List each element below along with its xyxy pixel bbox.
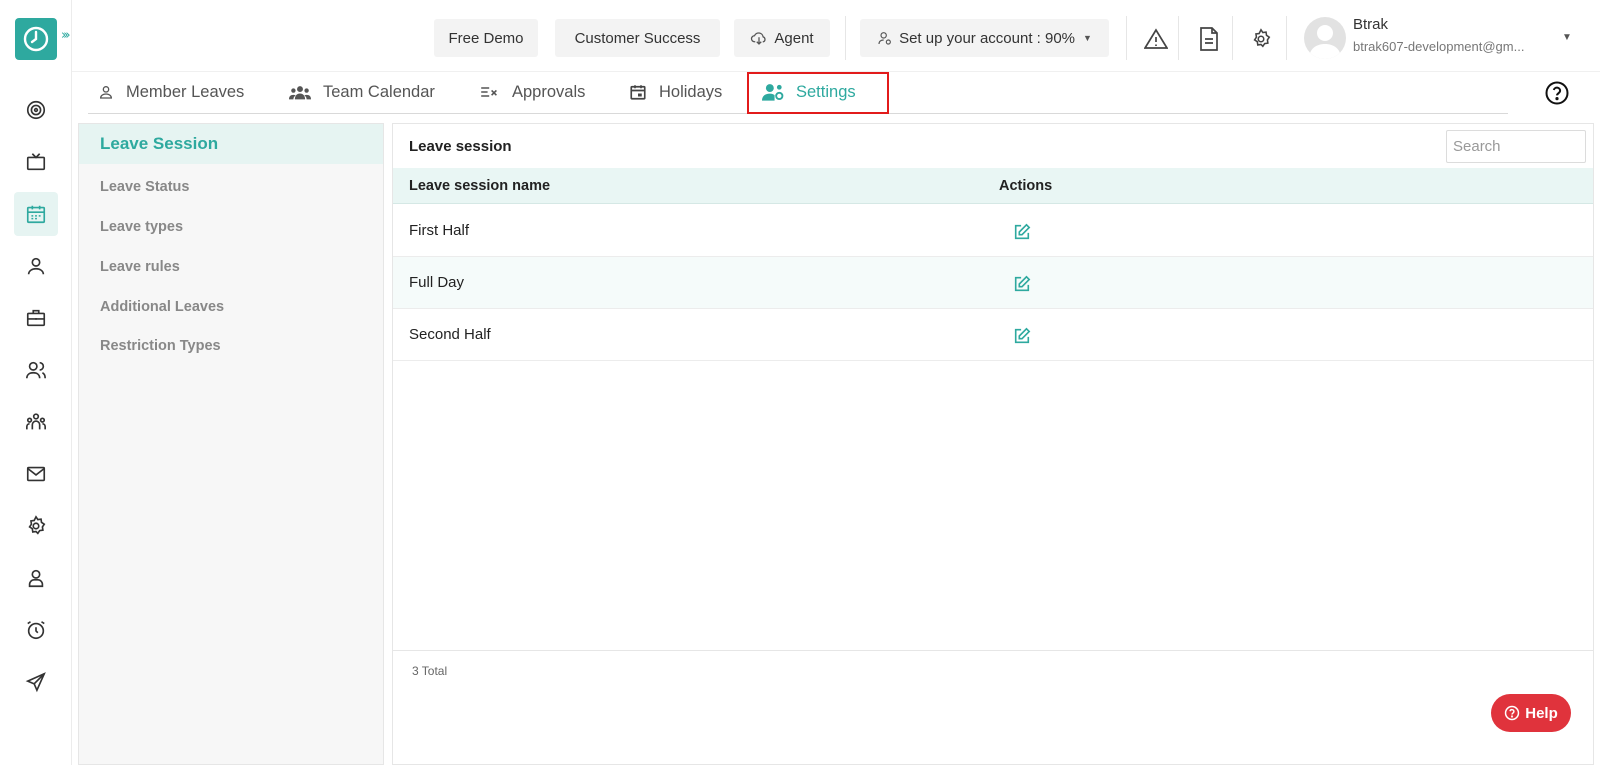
free-demo-label: Free Demo xyxy=(448,29,524,47)
app-root: ››› Free Demo Customer Success Agent Set… xyxy=(0,0,1600,765)
help-button[interactable]: Help xyxy=(1491,694,1571,732)
header-divider xyxy=(1178,16,1179,60)
row-session-name: Second Half xyxy=(409,326,491,343)
mail-icon xyxy=(26,466,46,482)
team-icon xyxy=(26,413,46,430)
settings-menu-item-additional-leaves[interactable]: Additional Leaves xyxy=(79,287,383,327)
alarm-clock-icon xyxy=(27,621,45,640)
rail-mail[interactable] xyxy=(14,452,58,496)
briefcase-icon xyxy=(26,309,46,327)
header-divider xyxy=(1286,16,1287,60)
table-footer-divider xyxy=(393,650,1593,651)
warning-icon xyxy=(1144,28,1168,49)
rail-send[interactable] xyxy=(14,660,58,704)
checklist-icon xyxy=(481,87,497,97)
users-icon xyxy=(26,361,46,379)
table-row[interactable]: Full Day xyxy=(393,257,1593,309)
document-icon xyxy=(1200,27,1218,51)
documents-button[interactable] xyxy=(1196,26,1222,52)
avatar-placeholder-icon xyxy=(1309,25,1341,59)
setup-account-dropdown[interactable]: Set up your account : 90% ▼ xyxy=(860,19,1109,57)
alert-button[interactable] xyxy=(1143,26,1169,52)
rail-tv[interactable] xyxy=(14,140,58,184)
tab-label: Approvals xyxy=(512,82,586,101)
tab-label: Holidays xyxy=(659,82,723,101)
customer-success-button[interactable]: Customer Success xyxy=(555,19,720,57)
rail-alarm[interactable] xyxy=(14,608,58,652)
left-rail: ››› xyxy=(0,0,72,765)
gear-icon xyxy=(1253,28,1271,48)
setup-account-label: Set up your account : 90% xyxy=(899,29,1076,47)
rail-users[interactable] xyxy=(14,348,58,392)
tab-team-calendar[interactable]: Team Calendar xyxy=(289,72,435,112)
user-menu-caret-icon[interactable]: ▼ xyxy=(1562,32,1572,43)
edit-icon[interactable] xyxy=(1013,327,1031,345)
tv-icon xyxy=(26,153,46,171)
settings-menu: Leave Session Leave Status Leave types L… xyxy=(78,123,384,765)
row-session-name: First Half xyxy=(409,222,469,239)
badge-user-icon xyxy=(28,569,44,588)
clock-logo-icon xyxy=(23,26,49,52)
column-header-name[interactable]: Leave session name xyxy=(409,178,550,194)
group-icon xyxy=(289,86,311,100)
settings-menu-item-leave-rules[interactable]: Leave rules xyxy=(79,247,383,287)
calendar-icon xyxy=(26,205,46,224)
header-divider xyxy=(1232,16,1233,60)
rail-badge[interactable] xyxy=(14,556,58,600)
leave-session-panel: Leave session Leave session name Actions… xyxy=(392,123,1594,765)
tab-label: Member Leaves xyxy=(126,82,245,101)
table-row[interactable]: Second Half xyxy=(393,309,1593,361)
page-help-button[interactable] xyxy=(1544,80,1570,106)
help-button-label: Help xyxy=(1525,704,1558,722)
edit-icon[interactable] xyxy=(1013,223,1031,241)
target-icon xyxy=(26,100,46,120)
tab-holidays[interactable]: Holidays xyxy=(629,72,722,112)
tab-approvals[interactable]: Approvals xyxy=(480,72,585,112)
rail-settings[interactable] xyxy=(14,504,58,548)
settings-menu-item-restriction-types[interactable]: Restriction Types xyxy=(79,326,383,366)
user-icon xyxy=(27,257,45,275)
header-divider xyxy=(845,16,846,60)
settings-tab-highlight xyxy=(747,72,889,114)
settings-menu-item-leave-session[interactable]: Leave Session xyxy=(79,124,383,164)
user-name: Btrak xyxy=(1353,16,1389,33)
settings-menu-item-leave-types[interactable]: Leave types xyxy=(79,207,383,247)
top-header: Free Demo Customer Success Agent Set up … xyxy=(72,0,1600,72)
panel-title: Leave session xyxy=(409,138,512,155)
header-divider xyxy=(1126,16,1127,60)
table-row[interactable]: First Half xyxy=(393,205,1593,257)
question-circle-icon xyxy=(1545,81,1569,105)
row-session-name: Full Day xyxy=(409,274,465,291)
calendar-icon xyxy=(630,85,646,100)
column-header-actions: Actions xyxy=(999,178,1053,194)
user-avatar[interactable] xyxy=(1304,17,1346,59)
rail-leaves[interactable] xyxy=(14,192,58,236)
free-demo-button[interactable]: Free Demo xyxy=(434,19,538,57)
agent-button[interactable]: Agent xyxy=(734,19,830,57)
search-input[interactable] xyxy=(1446,130,1586,163)
agent-label: Agent xyxy=(774,29,814,47)
user-email: btrak607-development@gm... xyxy=(1353,39,1525,54)
rail-team[interactable] xyxy=(14,400,58,444)
user-setup-icon xyxy=(878,32,891,45)
setup-caret-icon: ▼ xyxy=(1083,33,1092,43)
header-settings-button[interactable] xyxy=(1248,26,1274,52)
rail-dashboard[interactable] xyxy=(14,88,58,132)
tab-label: Team Calendar xyxy=(323,82,435,101)
settings-menu-item-leave-status[interactable]: Leave Status xyxy=(79,167,383,207)
customer-success-label: Customer Success xyxy=(574,29,701,47)
edit-icon[interactable] xyxy=(1013,275,1031,293)
cloud-download-icon xyxy=(751,32,766,45)
question-circle-icon xyxy=(1505,705,1520,721)
tab-member-leaves[interactable]: Member Leaves xyxy=(98,72,244,112)
rail-projects[interactable] xyxy=(14,296,58,340)
app-logo[interactable] xyxy=(15,18,57,60)
user-icon xyxy=(99,86,113,99)
total-count: 3 Total xyxy=(412,664,448,678)
table-header: Leave session name Actions xyxy=(393,168,1593,204)
send-icon xyxy=(25,672,46,693)
rail-profile[interactable] xyxy=(14,244,58,288)
gear-icon xyxy=(28,515,46,535)
